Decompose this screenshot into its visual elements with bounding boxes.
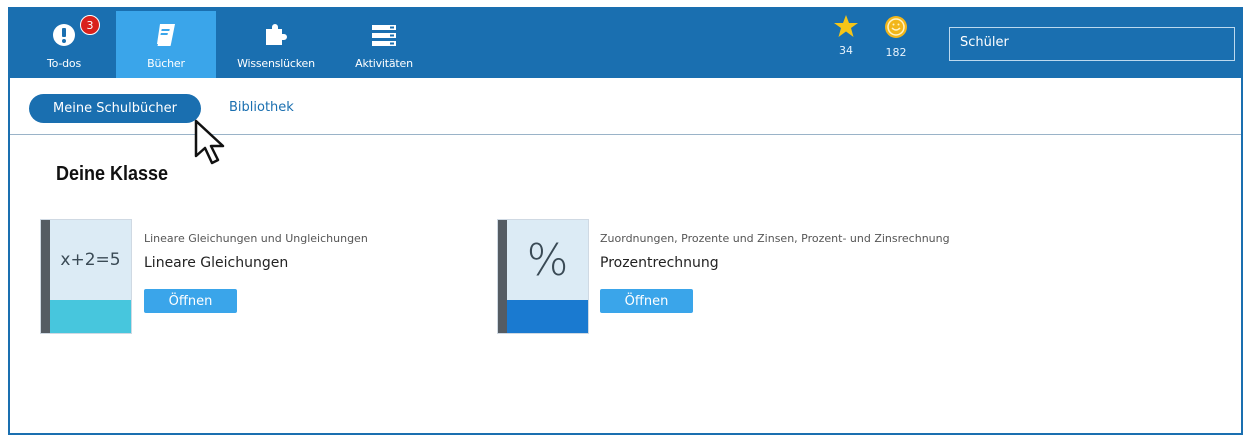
app-frame: 3 To-dos Bücher Wissenslücken Aktivitäte… [8,7,1243,435]
user-name-box[interactable]: Schüler [949,27,1235,61]
open-book-button[interactable]: Öffnen [144,289,237,313]
coins-stat[interactable]: 182 [881,15,911,59]
todos-count-badge: 3 [80,15,100,35]
book-cover-bottom [50,300,131,333]
puzzle-icon [263,21,289,47]
nav-knowledge-gaps-label: Wissenslücken [237,57,315,70]
open-book-button[interactable]: Öffnen [600,289,693,313]
nav-books-label: Bücher [147,57,185,70]
book-title: Lineare Gleichungen [144,255,289,271]
stars-count: 34 [839,44,853,57]
top-navigation-bar: 3 To-dos Bücher Wissenslücken Aktivitäte… [10,7,1241,78]
list-icon [371,21,397,47]
coin-smiley-icon [885,16,907,38]
section-title: Deine Klasse [56,163,169,185]
book-category: Lineare Gleichungen und Ungleichungen [144,232,368,245]
book-category: Zuordnungen, Prozente und Zinsen, Prozen… [600,232,950,245]
tab-library[interactable]: Bibliothek [229,100,294,115]
nav-activities-label: Aktivitäten [355,57,413,70]
book-title: Prozentrechnung [600,255,719,271]
book-cover-linear-equations[interactable]: x+2=5 [40,219,132,334]
book-cover-text: % [526,234,569,286]
book-icon [155,21,177,47]
coins-count: 182 [885,46,907,59]
book-spine [498,220,507,333]
nav-books[interactable]: Bücher [116,11,216,78]
star-icon [834,15,858,37]
exclamation-icon [52,21,76,47]
book-cover-percentages[interactable]: % [497,219,589,334]
book-spine [41,220,50,333]
book-cover-text: x+2=5 [60,250,121,270]
mouse-cursor-icon [194,119,225,165]
nav-todos[interactable]: 3 To-dos [36,11,100,78]
nav-knowledge-gaps[interactable]: Wissenslücken [228,11,324,78]
tab-my-schoolbooks[interactable]: Meine Schulbücher [29,94,201,123]
nav-activities[interactable]: Aktivitäten [345,11,423,78]
book-cover-bottom [507,300,588,333]
stars-stat[interactable]: 34 [833,15,859,57]
nav-todos-label: To-dos [47,57,81,70]
